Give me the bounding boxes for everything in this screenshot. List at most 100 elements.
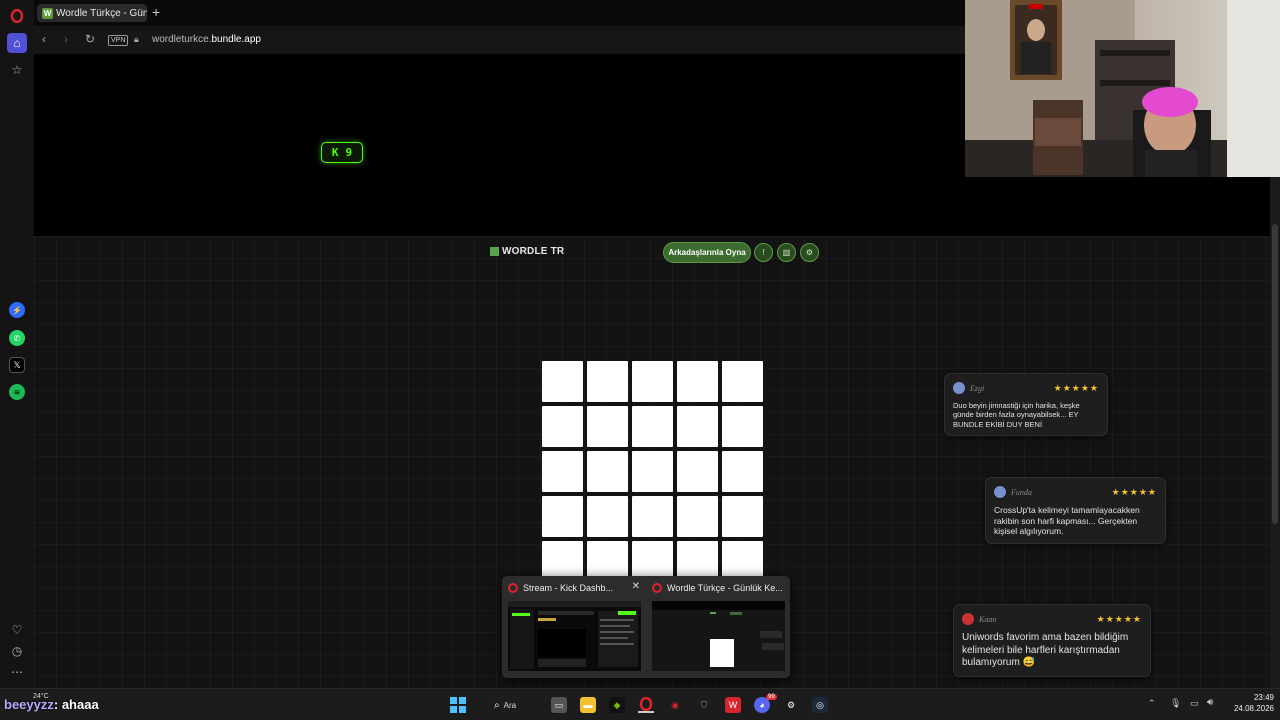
lock-icon[interactable]: 🔒︎ — [134, 34, 139, 45]
wordle-favicon-icon: W — [42, 7, 53, 19]
heart-icon[interactable]: ♡ — [7, 620, 27, 640]
grid-cell — [722, 451, 763, 492]
clock-time: 23:49 — [1253, 693, 1274, 702]
back-icon[interactable]: ‹ — [42, 32, 46, 46]
review-name: Kaan — [979, 614, 997, 624]
settings-icon[interactable]: ⚙ — [783, 697, 799, 713]
taskbar-clock[interactable]: 23:49 24.08.2026 — [1234, 692, 1274, 714]
star-rating: ★★★★★ — [1053, 382, 1099, 393]
clock-date: 24.08.2026 — [1233, 704, 1274, 713]
grid-cell — [677, 451, 718, 492]
review-text: Duo beyin jimnastiği için harika, keşke … — [953, 401, 1080, 429]
wordle-grid — [542, 361, 763, 582]
home-icon[interactable]: ⌂ — [7, 33, 27, 53]
history-clock-icon[interactable]: ◷ — [7, 641, 27, 661]
avatar — [953, 382, 965, 394]
stats-icon[interactable]: ▥ — [777, 243, 796, 262]
kick-viewer-badge: K 9 — [321, 142, 363, 163]
more-options-icon[interactable]: ⋯ — [7, 662, 27, 682]
grid-cell — [542, 361, 583, 402]
windows-start-icon[interactable] — [450, 697, 466, 713]
reload-icon[interactable]: ↻ — [85, 32, 95, 46]
avatar — [962, 613, 974, 625]
x-twitter-icon[interactable]: 𝕏 — [9, 357, 25, 373]
grid-cell — [722, 361, 763, 402]
review-card: Funda ★★★★★ CrossUp'ta kelimeyi tamamlay… — [985, 477, 1166, 544]
wordle-logo[interactable]: WORDLE TR — [490, 246, 564, 257]
grid-cell — [677, 361, 718, 402]
new-tab-button[interactable]: + — [152, 5, 160, 19]
webcam-overlay — [965, 0, 1280, 177]
microphone-icon[interactable]: 🎙︎ — [1170, 698, 1181, 709]
opera-icon — [652, 583, 662, 593]
search-label: Ara — [503, 700, 517, 710]
whatsapp-icon[interactable]: ✆ — [9, 330, 25, 346]
weather-widget[interactable]: 24°C — [33, 693, 49, 700]
network-icon[interactable]: ▭ — [1190, 698, 1199, 709]
kick-viewer-count: 9 — [345, 146, 353, 159]
address-bar: ‹ › ↻ VPN 🔒︎ wordleturkce.bundle.app — [34, 26, 965, 54]
vpn-badge[interactable]: VPN — [108, 35, 129, 46]
settings-gear-icon[interactable]: ⚙ — [800, 243, 819, 262]
volume-icon[interactable]: 🔊︎ — [1207, 697, 1213, 708]
task-view-icon[interactable]: ▭ — [551, 697, 567, 713]
grid-cell — [677, 406, 718, 447]
grid-cell — [542, 406, 583, 447]
grid-cell — [722, 496, 763, 537]
notification-badge: 99 — [766, 694, 777, 700]
review-text: CrossUp'ta kelimeyi tamamlayacakken raki… — [994, 505, 1140, 537]
file-explorer-icon[interactable]: ▬ — [580, 697, 596, 713]
preview-item-wordle[interactable]: Wordle Türkçe - Günlük Ke... — [646, 576, 790, 678]
preview-title: Stream - Kick Dashb... — [523, 583, 614, 593]
taskbar-search[interactable]: ⌕ Ara — [494, 697, 534, 713]
url-field[interactable]: wordleturkce.bundle.app — [152, 34, 261, 45]
kick-logo-icon: K — [331, 146, 339, 159]
messenger-icon[interactable]: ⚡ — [9, 302, 25, 318]
grid-cell — [722, 406, 763, 447]
opera-taskbar-icon[interactable] — [638, 697, 654, 713]
opera-icon — [508, 583, 518, 593]
star-rating: ★★★★★ — [1111, 486, 1157, 497]
preview-thumbnail — [508, 601, 641, 671]
grid-cell — [632, 451, 673, 492]
tab-title: Wordle Türkçe - Günlük K — [56, 7, 147, 19]
tab-wordle[interactable]: W Wordle Türkçe - Günlük K — [37, 4, 147, 22]
opera-sidebar: ⌂ ☆ ⚡ ✆ 𝕏 ≋ ♡ ◷ ⋯ — [0, 0, 34, 688]
chat-overlay-message: beeyyzz: ahaaa — [4, 697, 99, 712]
shield-icon[interactable]: ⛉ — [696, 697, 712, 713]
grid-cell — [677, 496, 718, 537]
grid-cell — [542, 496, 583, 537]
opera-gx-icon[interactable]: ◉ — [667, 697, 683, 713]
review-text: Uniwords favorim ama bazen bildiğim keli… — [962, 632, 1129, 668]
spotify-icon[interactable]: ≋ — [9, 384, 25, 400]
scrollbar-thumb[interactable] — [1272, 224, 1278, 524]
preview-title: Wordle Türkçe - Günlük Ke... — [667, 583, 783, 593]
chat-message: : ahaaa — [53, 697, 99, 712]
review-card: Kaan ★★★★★ Uniwords favorim ama bazen bi… — [953, 604, 1151, 677]
opera-logo-icon[interactable] — [7, 6, 27, 26]
help-icon[interactable]: ! — [754, 243, 773, 262]
grid-cell — [587, 496, 628, 537]
grid-cell — [587, 451, 628, 492]
wordle-logo-text: WORDLE TR — [502, 246, 565, 257]
tab-bar: W Wordle Türkçe - Günlük K + — [34, 0, 965, 26]
star-icon[interactable]: ☆ — [7, 60, 27, 80]
wordle-logo-mark-icon — [490, 247, 499, 256]
close-icon[interactable]: ✕ — [632, 581, 640, 592]
windows-taskbar: ⌕ Ara ▭ ▬ ◆ ◉ ⛉ W ◕ 99 ⚙ ◎ ⌃ 🎙︎ ▭ 🔊︎ — [0, 688, 1280, 720]
forward-icon[interactable]: › — [64, 32, 68, 46]
chevron-up-icon[interactable]: ⌃ — [1148, 698, 1156, 709]
grid-cell — [587, 361, 628, 402]
star-rating: ★★★★★ — [1096, 613, 1142, 624]
url-domain: bundle.app — [211, 34, 261, 45]
preview-item-stream[interactable]: Stream - Kick Dashb... ✕ — [502, 576, 646, 678]
preview-thumbnail — [652, 601, 785, 671]
play-with-friends-button[interactable]: Arkadaşlarınla Oyna — [663, 242, 751, 263]
grid-cell — [632, 406, 673, 447]
nvidia-icon[interactable]: ◆ — [609, 697, 625, 713]
review-name: Funda — [1011, 487, 1032, 497]
url-prefix: wordleturkce. — [152, 34, 212, 45]
steam-icon[interactable]: ◎ — [812, 697, 828, 713]
app-w-icon[interactable]: W — [725, 697, 741, 713]
taskbar-window-preview: Stream - Kick Dashb... ✕ Wordle Türkçe -… — [502, 576, 790, 678]
